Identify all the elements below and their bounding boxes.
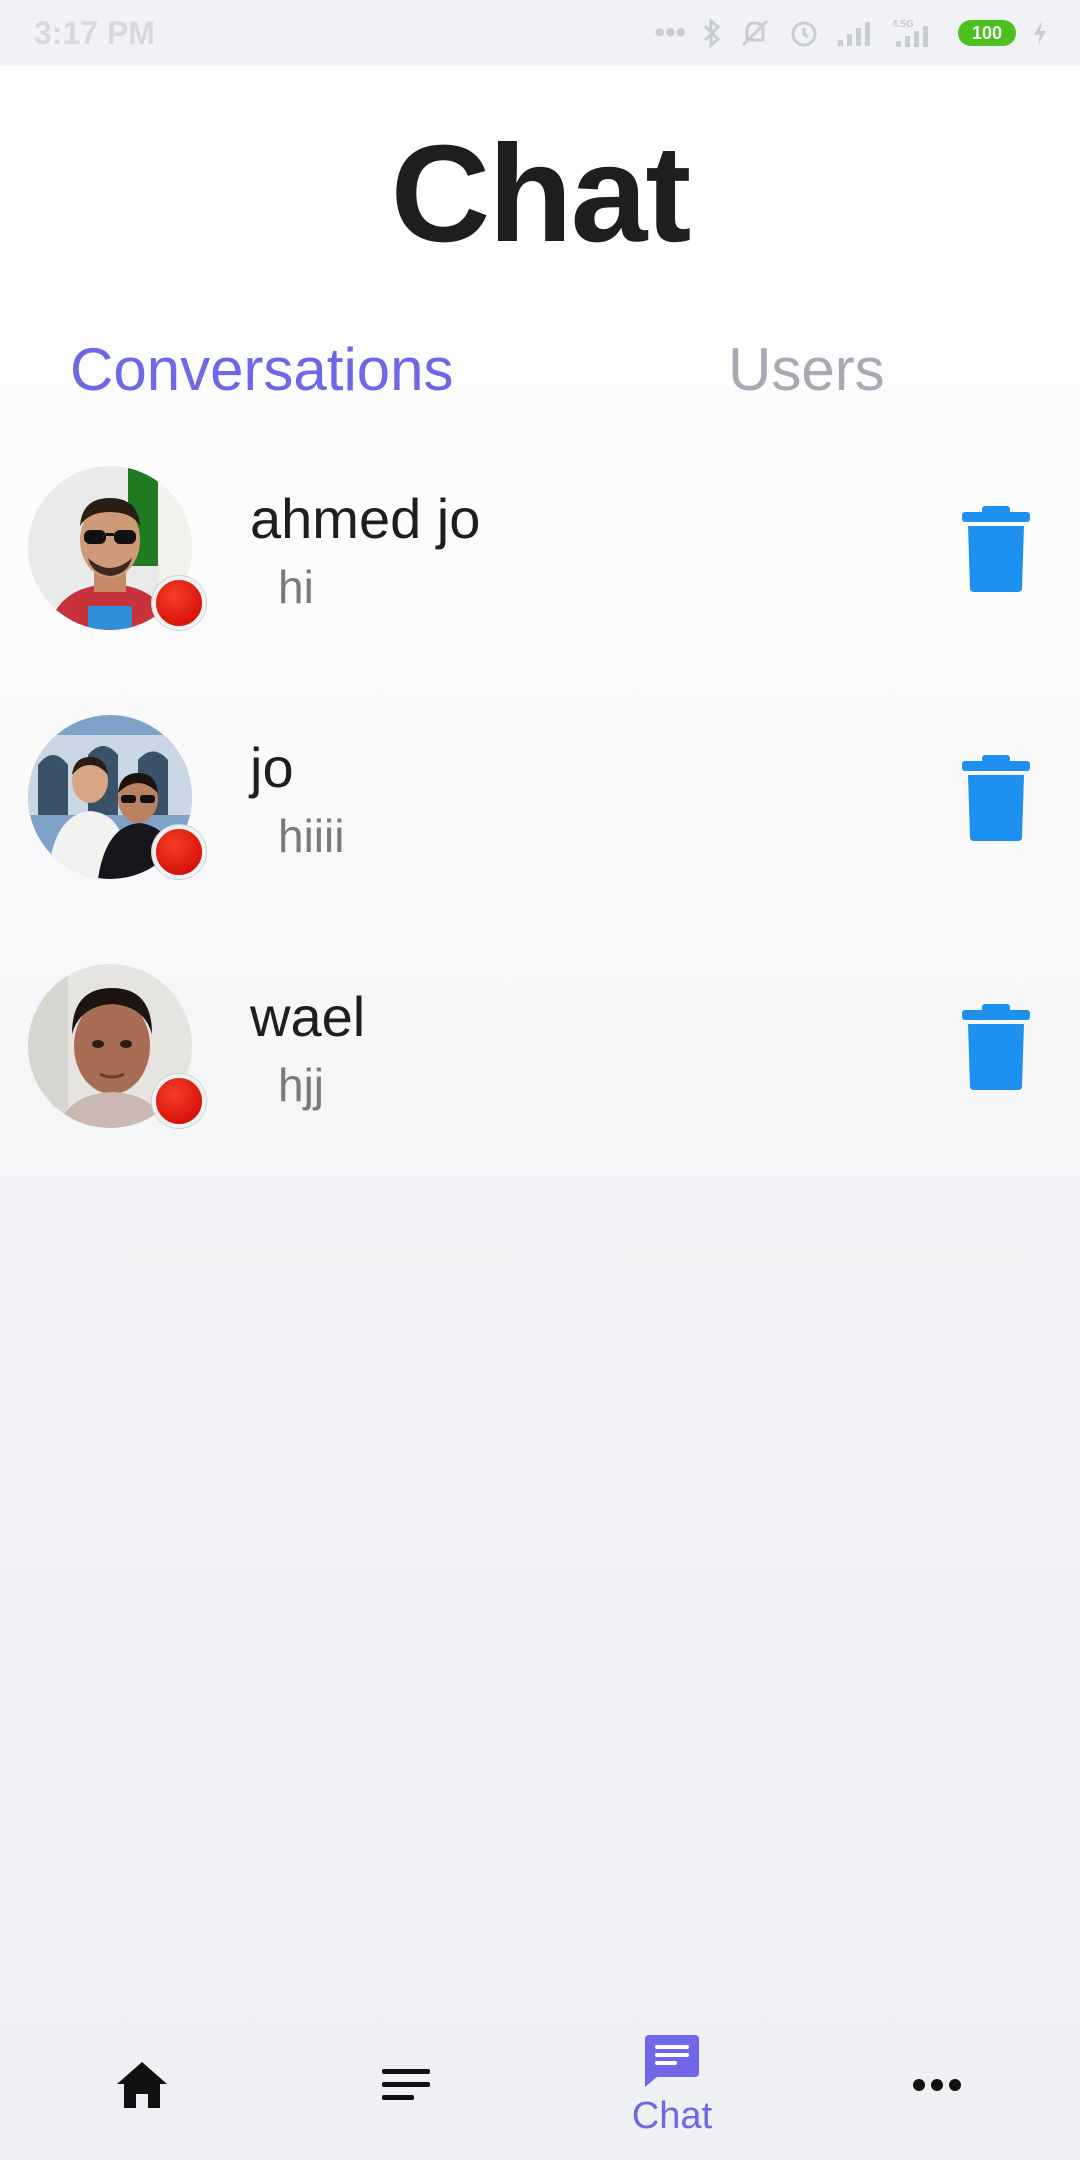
conversation-name: ahmed jo — [250, 487, 481, 550]
conversation-item[interactable]: wael hjj — [0, 964, 1080, 1164]
signal-icon — [836, 18, 876, 48]
signal-4g-icon: 4.5G — [892, 17, 942, 49]
nav-home[interactable] — [72, 2010, 212, 2160]
trash-icon — [962, 506, 1030, 592]
nav-more[interactable] — [867, 2010, 1007, 2160]
dots-icon: ••• — [654, 16, 686, 49]
nav-chat-label: Chat — [631, 2094, 713, 2137]
status-icons: ••• 4.5G 100 — [654, 16, 1048, 50]
battery-icon: 100 — [958, 20, 1016, 46]
conversation-item[interactable]: jo hiiii — [0, 715, 1080, 915]
bottom-nav: Chat — [0, 2010, 1080, 2160]
delete-button[interactable] — [960, 1002, 1032, 1092]
tab-conversations[interactable]: Conversations — [70, 335, 454, 404]
nav-chat[interactable]: Chat — [602, 2010, 742, 2160]
charging-icon — [1032, 19, 1048, 47]
status-bar: 3:17 PM ••• 4.5G 100 — [0, 0, 1080, 66]
nav-feed[interactable] — [336, 2010, 476, 2160]
menu-lines-icon — [382, 2069, 430, 2100]
status-offline-indicator — [152, 1074, 206, 1128]
delete-button[interactable] — [960, 504, 1032, 594]
tab-users[interactable]: Users — [728, 335, 885, 404]
page-title: Chat — [390, 117, 692, 271]
alarm-icon — [788, 17, 820, 49]
status-offline-indicator — [152, 825, 206, 879]
delete-button[interactable] — [960, 753, 1032, 843]
conversation-last-message: hiiii — [278, 810, 345, 862]
conversation-item[interactable]: ahmed jo hi — [0, 466, 1080, 666]
status-offline-indicator — [152, 576, 206, 630]
network-label: 4.5G — [892, 19, 914, 30]
conversation-last-message: hjj — [278, 1059, 325, 1111]
bluetooth-icon — [702, 17, 722, 49]
conversation-name: jo — [250, 736, 294, 799]
bell-muted-icon — [738, 16, 772, 50]
more-dots-icon — [913, 2079, 961, 2091]
trash-icon — [962, 755, 1030, 841]
conversation-last-message: hi — [278, 561, 314, 613]
trash-icon — [962, 1004, 1030, 1090]
home-icon — [117, 2062, 167, 2108]
chat-icon — [645, 2034, 699, 2087]
status-time: 3:17 PM — [34, 14, 155, 51]
conversation-name: wael — [250, 985, 366, 1048]
